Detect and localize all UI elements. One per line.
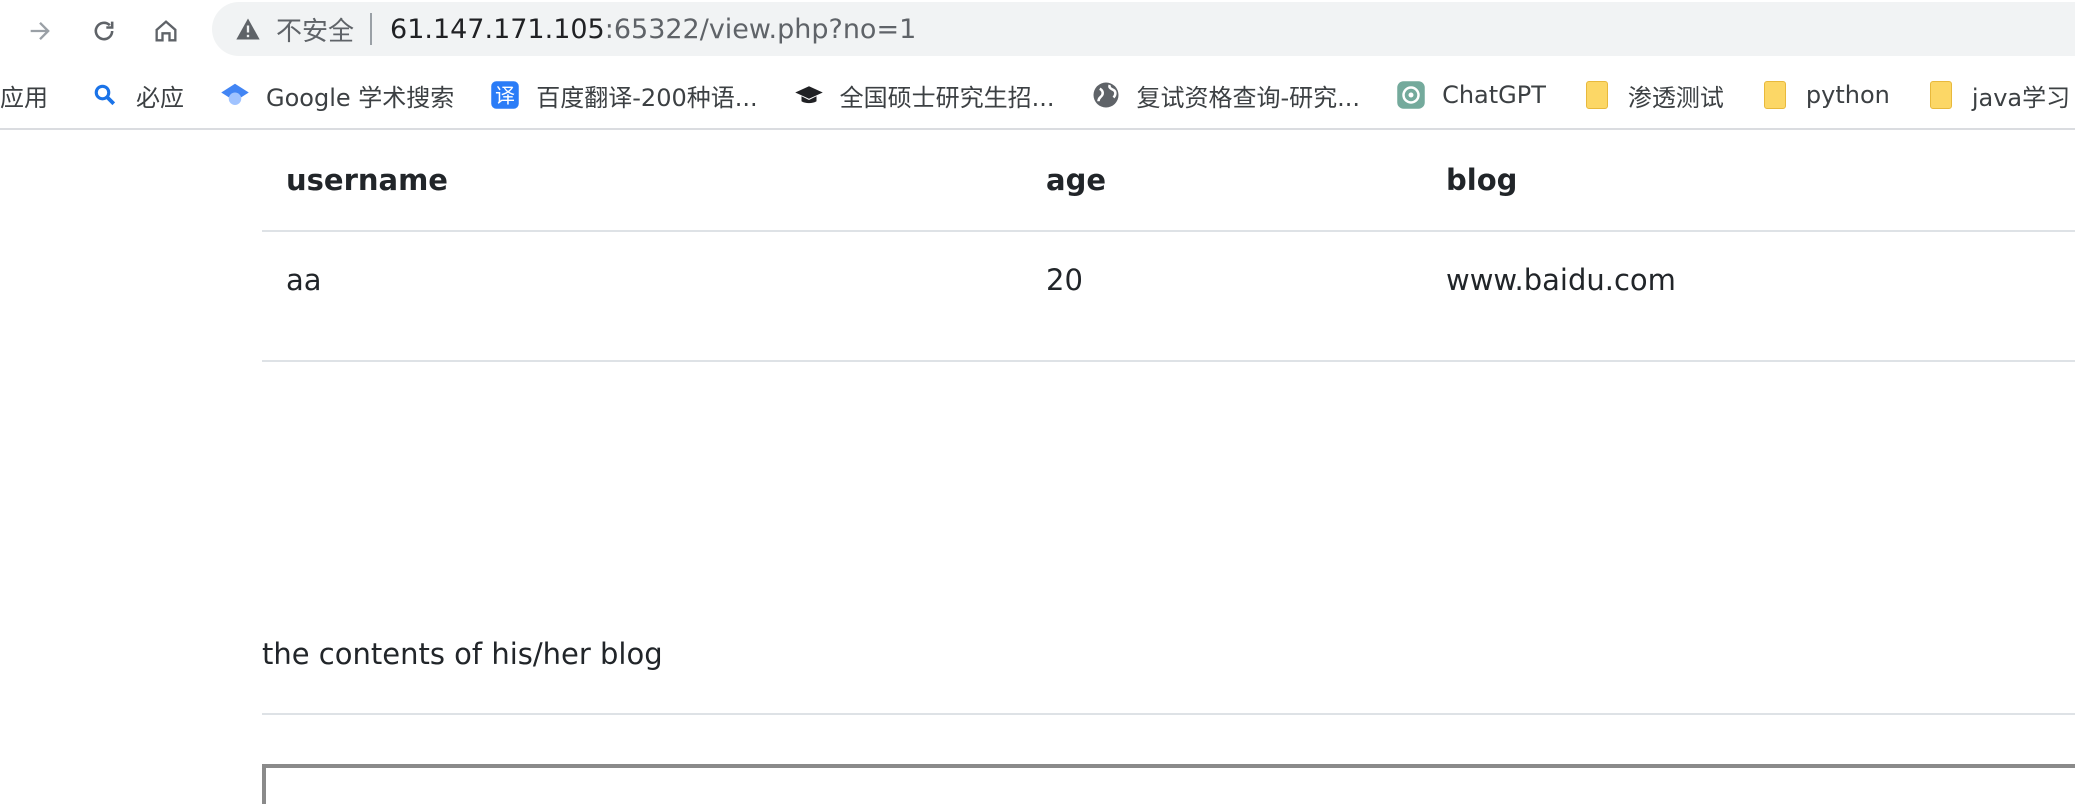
cell-blog: www.baidu.com bbox=[1422, 231, 2075, 362]
warning-icon bbox=[234, 15, 262, 43]
column-header-blog: blog bbox=[1422, 130, 2075, 232]
home-icon bbox=[155, 20, 177, 42]
forward-button[interactable] bbox=[18, 9, 62, 53]
column-header-age: age bbox=[1022, 130, 1422, 232]
url-path: :65322/view.php?no=1 bbox=[604, 13, 917, 45]
bookmark-baidu-translate[interactable]: 译 百度翻译-200种语... bbox=[482, 73, 765, 117]
bookmark-label: Google 学术搜索 bbox=[266, 83, 455, 112]
bookmark-label: 复试资格查询-研究... bbox=[1136, 83, 1361, 112]
bookmark-retest-query[interactable]: 复试资格查询-研究... bbox=[1083, 73, 1369, 117]
browser-toolbar: 不安全 61.147.171.105:65322/view.php?no=1 bbox=[0, 0, 2075, 62]
bookmark-bing[interactable]: 必应 bbox=[82, 73, 192, 117]
bookmark-label: 必应 bbox=[136, 83, 184, 112]
column-header-username: username bbox=[262, 130, 1022, 232]
folder-icon bbox=[1582, 80, 1612, 110]
bookmark-label: java学习 bbox=[1971, 83, 2071, 112]
table-header-row: username age blog bbox=[262, 130, 2075, 232]
bookmark-graduate-admission[interactable]: 全国硕士研究生招... bbox=[786, 73, 1063, 117]
svg-text:译: 译 bbox=[495, 84, 515, 108]
globe-icon bbox=[1091, 80, 1121, 110]
url-host: 61.147.171.105 bbox=[390, 13, 605, 45]
bookmark-google-scholar[interactable]: Google 学术搜索 bbox=[212, 73, 462, 117]
bookmark-folder-java[interactable]: java学习 bbox=[1918, 73, 2075, 117]
baidu-translate-icon: 译 bbox=[490, 80, 520, 110]
cell-username: aa bbox=[262, 231, 1022, 362]
home-button[interactable] bbox=[144, 9, 188, 53]
omnibox-separator bbox=[370, 13, 373, 45]
blog-iframe[interactable] bbox=[262, 764, 2075, 804]
bookmarks-bar: 应用 必应 Google 学术搜索 译 百度翻译-200种语... 全国硕士研究… bbox=[0, 70, 2075, 120]
bookmark-label: 百度翻译-200种语... bbox=[536, 83, 758, 112]
folder-icon bbox=[1760, 80, 1790, 110]
bookmark-label: python bbox=[1805, 81, 1890, 109]
page-content: username age blog aa 20 www.baidu.com bbox=[262, 130, 2075, 362]
bookmark-chatgpt[interactable]: ChatGPT bbox=[1388, 73, 1554, 117]
user-info-table: username age blog aa 20 www.baidu.com bbox=[262, 130, 2075, 362]
security-label: 不安全 bbox=[276, 16, 355, 47]
google-scholar-icon bbox=[220, 80, 250, 110]
bing-search-icon bbox=[90, 80, 120, 110]
bookmark-label: 应用 bbox=[0, 83, 48, 112]
blog-contents-text: the contents of his/her blog bbox=[262, 637, 663, 671]
table-row: aa 20 www.baidu.com bbox=[262, 231, 2075, 362]
bookmark-apps[interactable]: 应用 bbox=[0, 73, 56, 117]
arrow-right-icon bbox=[30, 22, 50, 40]
bookmark-label: 全国硕士研究生招... bbox=[839, 83, 1055, 112]
bookmark-folder-python[interactable]: python bbox=[1752, 73, 1898, 117]
bookmark-folder-pentest[interactable]: 渗透测试 bbox=[1574, 73, 1732, 117]
cell-age: 20 bbox=[1022, 231, 1422, 362]
chatgpt-icon bbox=[1396, 80, 1426, 110]
address-bar[interactable]: 不安全 61.147.171.105:65322/view.php?no=1 bbox=[212, 2, 2075, 56]
reload-icon bbox=[94, 21, 114, 41]
bookmark-label: ChatGPT bbox=[1442, 81, 1546, 109]
security-chip[interactable]: 不安全 bbox=[212, 2, 354, 56]
reload-button[interactable] bbox=[82, 9, 126, 53]
horizontal-rule bbox=[262, 713, 2075, 715]
bookmark-label: 渗透测试 bbox=[1627, 83, 1724, 112]
folder-icon bbox=[1926, 80, 1956, 110]
graduation-cap-icon bbox=[794, 80, 824, 110]
